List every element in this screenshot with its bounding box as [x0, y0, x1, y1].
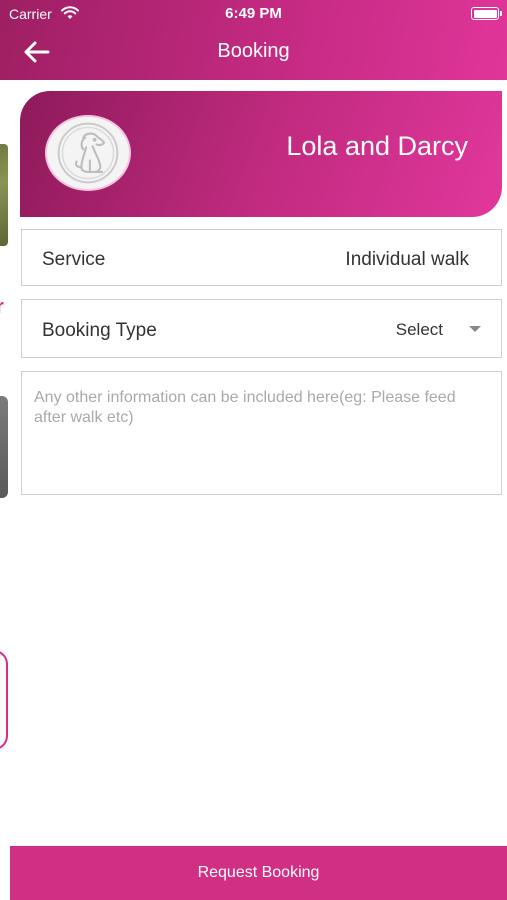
- dog-icon: [57, 122, 119, 184]
- booking-type-value: Select: [395, 320, 443, 339]
- background-text-fragment: r: [0, 296, 4, 319]
- battery-icon: [471, 7, 502, 20]
- service-value: Individual walk: [345, 249, 469, 270]
- pet-profile-card: Lola and Darcy: [20, 91, 502, 217]
- background-photo: [0, 396, 8, 498]
- background-badge: [0, 650, 8, 750]
- status-bar: Carrier 6:49 PM: [0, 0, 507, 28]
- booking-type-label: Booking Type: [42, 320, 157, 341]
- notes-field-container: [21, 371, 502, 495]
- navigation-header: Carrier 6:49 PM Booking: [0, 0, 507, 80]
- notes-textarea[interactable]: [22, 372, 501, 494]
- service-label: Service: [42, 249, 106, 270]
- booking-type-select[interactable]: Booking Type Select: [21, 299, 502, 358]
- dropdown-arrow-icon: [469, 326, 481, 332]
- background-content-peek: r: [0, 80, 20, 850]
- pet-avatar: [45, 115, 131, 191]
- pet-name: Lola and Darcy: [286, 131, 468, 161]
- page-title: Booking: [217, 40, 290, 62]
- service-row: Service Individual walk: [21, 229, 502, 286]
- background-photo: [0, 144, 8, 246]
- status-time: 6:49 PM: [225, 5, 282, 22]
- request-booking-button[interactable]: Request Booking: [10, 846, 507, 900]
